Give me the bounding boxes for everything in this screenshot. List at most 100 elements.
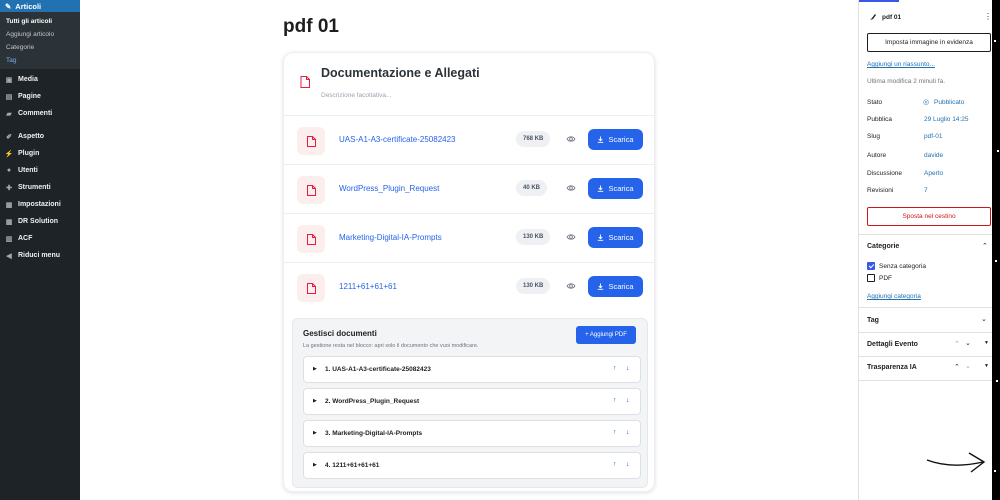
file-name-link[interactable]: WordPress_Plugin_Request (339, 184, 439, 193)
move-down-icon[interactable]: ⌄ (965, 339, 971, 347)
menu-item-dr-solution[interactable]: ▦ DR Solution (0, 213, 80, 230)
arrow-up-icon[interactable]: ↑ (613, 461, 617, 468)
document-accordion-item[interactable]: ▶ 1. UAS-A1-A3-certificate-25082423 ↑ ↓ (303, 356, 641, 383)
transparency-title[interactable]: Trasparenza IA (867, 364, 917, 371)
eye-icon[interactable] (566, 281, 576, 291)
arrow-down-icon[interactable]: ↓ (626, 365, 630, 372)
user-icon: ● (6, 167, 12, 174)
arrow-down-icon[interactable]: ↓ (626, 397, 630, 404)
document-accordion-item[interactable]: ▶ 3. Marketing-Digital-IA-Prompts ↑ ↓ (303, 420, 641, 447)
menu-item-media[interactable]: ▣ Media (0, 71, 80, 88)
settings-icon: ▦ (5, 201, 13, 209)
menu-item-aspetto[interactable]: ✐ Aspetto (0, 128, 80, 145)
articoli-submenu: Tutti gli articoli Aggiungi articolo Cat… (0, 12, 80, 69)
pin-icon: ✎ (5, 1, 12, 11)
meta-value-pubblica[interactable]: 29 Luglio 14:25 (924, 116, 968, 123)
block-description[interactable]: Descrizione facoltativa... (321, 92, 391, 99)
documents-block[interactable]: Documentazione e Allegati Descrizione fa… (283, 52, 655, 492)
eye-icon[interactable] (566, 232, 576, 242)
category-checkbox-pdf[interactable] (867, 274, 875, 282)
menu-item-label: Articoli (15, 1, 42, 11)
tag-section-title[interactable]: Tag (867, 317, 879, 324)
expand-triangle-icon[interactable]: ▶ (313, 366, 317, 372)
arrow-down-icon[interactable]: ↓ (626, 461, 630, 468)
arrow-up-icon[interactable]: ↑ (613, 429, 617, 436)
document-accordion-item[interactable]: ▶ 4. 1211+61+61+61 ↑ ↓ (303, 452, 641, 479)
chevron-down-icon[interactable]: ⌄ (981, 315, 987, 323)
meta-label: Autore (867, 152, 887, 159)
meta-value-revisioni[interactable]: 7 (924, 187, 928, 194)
arrow-up-icon[interactable]: ↑ (613, 365, 617, 372)
menu-item-impostazioni[interactable]: ▦ Impostazioni (0, 196, 80, 213)
meta-value-stato[interactable]: Pubblicato (934, 99, 964, 106)
menu-item-plugin[interactable]: ⚡ Plugin (0, 145, 80, 162)
featured-image-button[interactable]: Imposta immagine in evidenza (867, 33, 991, 52)
download-label: Scarica (608, 233, 634, 242)
file-row: UAS-A1-A3-certificate-25082423 768 KB Scar… (284, 115, 654, 164)
file-name-link[interactable]: UAS-A1-A3-certificate-25082423 (339, 135, 456, 144)
trash-button[interactable]: Sposta nel cestino (867, 207, 991, 226)
edge-noise (994, 40, 999, 472)
menu-item-pagine[interactable]: ▤ Pagine (0, 88, 80, 105)
add-pdf-button[interactable]: + Aggiungi PDF (576, 326, 636, 344)
eye-icon[interactable] (566, 134, 576, 144)
category-label: Senza categoria (879, 263, 926, 270)
separator (859, 380, 1000, 381)
download-label: Scarica (608, 135, 634, 144)
download-button[interactable]: Scarica (588, 276, 643, 297)
arrow-up-icon[interactable]: ↑ (613, 397, 617, 404)
block-title[interactable]: Documentazione e Allegati (321, 66, 480, 80)
move-up-icon[interactable]: ⌃ (954, 340, 960, 348)
manage-subtitle: La gestione resta nel blocco: apri solo … (303, 343, 479, 349)
menu-item-acf[interactable]: ▥ ACF (0, 230, 80, 247)
file-icon-box (297, 225, 325, 253)
submenu-tag[interactable]: Tag (0, 54, 80, 67)
file-icon-box (297, 176, 325, 204)
download-icon (598, 234, 604, 241)
submenu-categorie[interactable]: Categorie (0, 41, 80, 54)
menu-item-strumenti[interactable]: ✚ Strumenti (0, 179, 80, 196)
file-name-link[interactable]: Marketing-Digital-IA-Prompts (339, 233, 442, 242)
add-category-link[interactable]: Aggiungi categoria (867, 293, 921, 300)
file-row: Marketing-Digital-IA-Prompts 130 KB Scaric… (284, 213, 654, 262)
document-accordion-item[interactable]: ▶ 2. WordPress_Plugin_Request ↑ ↓ (303, 388, 641, 415)
arrow-down-icon[interactable]: ↓ (626, 429, 630, 436)
download-button[interactable]: Scarica (588, 227, 643, 248)
panel-post-name: pdf 01 (882, 14, 902, 21)
block-header: Documentazione e Allegati Descrizione fa… (284, 53, 654, 113)
menu-item-utenti[interactable]: ● Utenti (0, 162, 80, 179)
category-checkbox-senza[interactable] (867, 262, 875, 270)
post-title[interactable]: pdf 01 (283, 16, 339, 38)
submenu-aggiungi-articolo[interactable]: Aggiungi articolo (0, 28, 80, 41)
collapse-triangle-icon[interactable]: ▼ (984, 363, 989, 369)
active-tab-indicator (859, 0, 899, 2)
meta-value-autore[interactable]: davide (924, 152, 943, 159)
menu-item-riduci[interactable]: ◀ Riduci menu (0, 247, 80, 264)
download-button[interactable]: Scarica (588, 129, 643, 150)
collapse-triangle-icon[interactable]: ▼ (984, 340, 989, 346)
menu-item-articoli[interactable]: ✎ Articoli (0, 0, 80, 12)
eye-icon[interactable] (566, 183, 576, 193)
expand-triangle-icon[interactable]: ▶ (313, 430, 317, 436)
move-up-icon[interactable]: ⌃ (954, 363, 960, 371)
meta-label: Pubblica (867, 116, 892, 123)
meta-value-slug[interactable]: pdf-01 (924, 133, 942, 140)
event-details-title[interactable]: Dettagli Evento (867, 341, 918, 348)
submenu-tutti-articoli[interactable]: Tutti gli articoli (0, 15, 80, 28)
expand-triangle-icon[interactable]: ▶ (313, 462, 317, 468)
add-excerpt-link[interactable]: Aggiungi un riassunto... (867, 61, 935, 68)
expand-triangle-icon[interactable]: ▶ (313, 398, 317, 404)
menu-item-commenti[interactable]: ▰ Commenti (0, 105, 80, 122)
file-name-link[interactable]: 1211+61+61+61 (339, 282, 397, 291)
separator (859, 307, 1000, 308)
download-button[interactable]: Scarica (588, 178, 643, 199)
file-icon-box (297, 127, 325, 155)
more-options-icon[interactable]: ⋮ (984, 12, 992, 21)
meta-value-discussione[interactable]: Aperto (924, 170, 943, 177)
published-status-icon: ◎ (923, 99, 930, 106)
categories-title[interactable]: Categorie (867, 243, 899, 250)
manage-documents-panel: Gestisci documenti La gestione resta nel… (292, 318, 648, 488)
move-down-icon[interactable]: ⌄ (965, 362, 971, 370)
chevron-up-icon[interactable]: ⌃ (982, 242, 988, 250)
pdf-file-icon (306, 282, 316, 294)
